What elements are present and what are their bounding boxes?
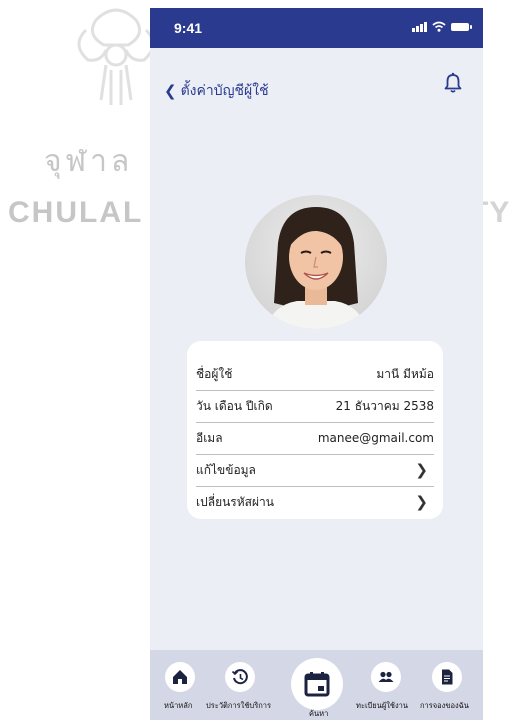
change-password-button[interactable]: เปลี่ยนรหัสผ่าน ❯: [196, 486, 434, 518]
nav-label-my-bookings: การจองของฉัน: [420, 701, 469, 710]
top-navigation: ❮ ตั้งค่าบัญชีผู้ใช้: [150, 48, 483, 118]
chevron-right-icon: ❯: [415, 493, 428, 511]
nav-label-history: ประวัติการใช้บริการ: [206, 701, 272, 710]
chevron-right-icon: ❯: [415, 461, 428, 479]
bottom-navigation: หน้าหลัก ประวัติการใช้บริการ ค้นหา ทะเบี…: [150, 650, 483, 720]
users-icon: [371, 662, 401, 692]
calendar-icon: [291, 658, 343, 710]
nav-item-my-bookings[interactable]: การจองของฉัน: [418, 650, 483, 720]
nav-label-user-registry: ทะเบียนผู้ใช้งาน: [356, 701, 408, 710]
nav-item-history[interactable]: ประวัติการใช้บริการ: [202, 650, 286, 720]
username-label: ชื่อผู้ใช้: [196, 366, 233, 381]
wifi-icon: [432, 21, 446, 32]
email-label: อีเมล: [196, 430, 223, 445]
nav-item-user-registry[interactable]: ทะเบียนผู้ใช้งาน: [354, 650, 418, 720]
page-title: ตั้งค่าบัญชีผู้ใช้: [180, 83, 269, 99]
info-row-birthdate: วัน เดือน ปีเกิด 21 ธันวาคม 2538: [196, 390, 434, 423]
info-row-username: ชื่อผู้ใช้ มานี มีหม้อ: [196, 358, 434, 391]
watermark-english-text: CHULAL: [8, 196, 144, 229]
history-icon: [225, 662, 255, 692]
back-button[interactable]: ❮ ตั้งค่าบัญชีผู้ใช้: [164, 80, 269, 102]
status-time: 9:41: [174, 20, 203, 36]
phone-screen: 9:41 ❮ ตั้งค่าบัญชีผู้ใช้ ชื่อผู้ใช้ มาน…: [150, 8, 483, 720]
bell-icon[interactable]: [443, 72, 463, 94]
watermark-thai-text: จุฬาล: [44, 144, 134, 179]
nav-item-search[interactable]: ค้นหา: [288, 650, 348, 720]
birthdate-label: วัน เดือน ปีเกิด: [196, 398, 273, 413]
birthdate-value: 21 ธันวาคม 2538: [335, 398, 434, 413]
status-icons: [412, 21, 472, 32]
nav-label-home: หน้าหลัก: [164, 701, 193, 710]
status-bar: 9:41: [150, 8, 483, 48]
signal-icon: [412, 21, 427, 32]
nav-item-home[interactable]: หน้าหลัก: [150, 650, 210, 720]
nav-label-search: ค้นหา: [309, 709, 329, 718]
document-icon: [432, 662, 462, 692]
edit-profile-label: แก้ไขข้อมูล: [196, 462, 256, 477]
email-value: manee@gmail.com: [317, 431, 434, 445]
profile-info-card: ชื่อผู้ใช้ มานี มีหม้อ วัน เดือน ปีเกิด …: [187, 341, 443, 519]
home-icon: [165, 662, 195, 692]
username-value: มานี มีหม้อ: [376, 366, 434, 381]
avatar-portrait: [265, 207, 367, 329]
battery-icon: [451, 22, 472, 31]
chevron-left-icon: ❮: [164, 82, 177, 100]
profile-avatar: [245, 195, 387, 329]
edit-profile-button[interactable]: แก้ไขข้อมูล ❯: [196, 454, 434, 487]
change-password-label: เปลี่ยนรหัสผ่าน: [196, 494, 274, 509]
info-row-email: อีเมล manee@gmail.com: [196, 422, 434, 455]
